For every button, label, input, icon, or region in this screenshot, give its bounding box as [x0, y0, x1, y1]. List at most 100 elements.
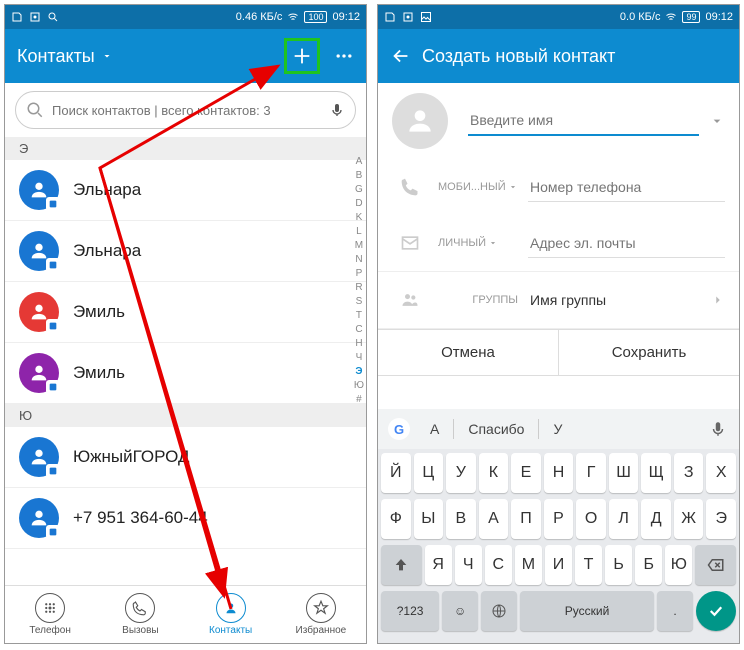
phone-row: МОБИ...НЫЙ	[378, 159, 739, 215]
chevron-down-icon[interactable]	[709, 113, 725, 129]
name-input[interactable]	[468, 106, 699, 136]
contact-item[interactable]: ЮжныйГОРОД	[5, 427, 366, 488]
person-icon	[404, 105, 436, 137]
globe-key[interactable]	[481, 591, 517, 631]
search-bar[interactable]	[15, 91, 356, 129]
alpha-index[interactable]: ABGDKLMNPRSTCHЧЭЮ#	[354, 155, 364, 407]
enter-key[interactable]	[696, 591, 736, 631]
search-icon	[26, 101, 44, 119]
key[interactable]: Б	[635, 545, 662, 585]
key[interactable]: Ж	[674, 499, 704, 539]
nav-contacts[interactable]: Контакты	[186, 586, 276, 643]
key[interactable]: П	[511, 499, 541, 539]
suggestion-bar: G А Спасибо У	[378, 409, 739, 449]
key[interactable]: И	[545, 545, 572, 585]
phone-type-dropdown[interactable]: МОБИ...НЫЙ	[438, 181, 518, 193]
avatar	[19, 437, 59, 477]
nav-calls[interactable]: Вызовы	[95, 586, 185, 643]
numeric-key[interactable]: ?123	[381, 591, 439, 631]
nav-phone[interactable]: Телефон	[5, 586, 95, 643]
key[interactable]: Й	[381, 453, 411, 493]
key[interactable]: Я	[425, 545, 452, 585]
chevron-down-icon	[488, 238, 498, 248]
key[interactable]: В	[446, 499, 476, 539]
key[interactable]: С	[485, 545, 512, 585]
mic-icon[interactable]	[709, 420, 727, 438]
group-row: ГРУППЫ Имя группы	[378, 271, 739, 329]
key[interactable]: З	[674, 453, 704, 493]
key[interactable]: Е	[511, 453, 541, 493]
people-icon	[400, 290, 420, 310]
chevron-right-icon[interactable]	[711, 293, 725, 307]
avatar	[19, 292, 59, 332]
key[interactable]: У	[446, 453, 476, 493]
search-input[interactable]	[52, 103, 321, 118]
key[interactable]: А	[479, 499, 509, 539]
suggestion[interactable]: А	[418, 415, 451, 443]
more-icon[interactable]	[334, 46, 354, 66]
cancel-button[interactable]: Отмена	[378, 330, 559, 375]
key[interactable]: Ц	[414, 453, 444, 493]
envelope-icon	[400, 233, 420, 253]
key[interactable]: Х	[706, 453, 736, 493]
shift-key[interactable]	[381, 545, 422, 585]
period-key[interactable]: .	[657, 591, 693, 631]
email-row: ЛИЧНЫЙ	[378, 215, 739, 271]
key[interactable]: О	[576, 499, 606, 539]
clock: 09:12	[705, 11, 733, 23]
image-icon	[420, 11, 432, 23]
phone-icon	[35, 593, 65, 623]
key[interactable]: Ю	[665, 545, 692, 585]
contact-name: Эмиль	[73, 363, 125, 383]
key[interactable]: Ч	[455, 545, 482, 585]
group-value[interactable]: Имя группы	[528, 286, 701, 314]
section-header: Ю	[5, 404, 366, 427]
space-key[interactable]: Русский	[520, 591, 654, 631]
mic-icon[interactable]	[329, 102, 345, 118]
key[interactable]: Ы	[414, 499, 444, 539]
wifi-icon	[287, 11, 299, 23]
key[interactable]: Э	[706, 499, 736, 539]
google-icon[interactable]: G	[388, 418, 410, 440]
key[interactable]: М	[515, 545, 542, 585]
save-button[interactable]: Сохранить	[559, 330, 739, 375]
contact-item[interactable]: Эльнара	[5, 160, 366, 221]
backspace-key[interactable]	[695, 545, 736, 585]
contact-item[interactable]: Эльнара	[5, 221, 366, 282]
contact-name: ЮжныйГОРОД	[73, 447, 189, 467]
app-title-dropdown[interactable]: Контакты	[17, 46, 113, 67]
key[interactable]: Г	[576, 453, 606, 493]
key[interactable]: Ь	[605, 545, 632, 585]
back-icon[interactable]	[390, 45, 412, 67]
key[interactable]: Т	[575, 545, 602, 585]
nav-fav[interactable]: Избранное	[276, 586, 366, 643]
add-contact-button[interactable]	[284, 38, 320, 74]
email-type-dropdown[interactable]: ЛИЧНЫЙ	[438, 237, 518, 249]
key[interactable]: Д	[641, 499, 671, 539]
contact-item[interactable]: Эмиль	[5, 282, 366, 343]
app-bar: Контакты	[5, 29, 366, 83]
key[interactable]: Л	[609, 499, 639, 539]
contact-item[interactable]: Эмиль	[5, 343, 366, 404]
key[interactable]: К	[479, 453, 509, 493]
avatar-placeholder[interactable]	[392, 93, 448, 149]
key[interactable]: Щ	[641, 453, 671, 493]
key[interactable]: Н	[544, 453, 574, 493]
avatar	[19, 231, 59, 271]
sim2-icon	[29, 11, 41, 23]
sim-icon	[384, 11, 396, 23]
contact-item[interactable]: +7 951 364-60-44	[5, 488, 366, 549]
key[interactable]: Ф	[381, 499, 411, 539]
emoji-key[interactable]: ☺	[442, 591, 478, 631]
suggestion[interactable]: Спасибо	[456, 415, 536, 443]
bottom-nav: ТелефонВызовыКонтактыИзбранное	[5, 585, 366, 643]
contact-name: Эльнара	[73, 241, 141, 261]
plus-icon	[291, 45, 313, 67]
fav-icon	[306, 593, 336, 623]
suggestion[interactable]: У	[541, 415, 574, 443]
key[interactable]: Р	[544, 499, 574, 539]
key[interactable]: Ш	[609, 453, 639, 493]
name-row	[378, 83, 739, 159]
phone-input[interactable]	[528, 173, 725, 202]
email-input[interactable]	[528, 229, 725, 258]
